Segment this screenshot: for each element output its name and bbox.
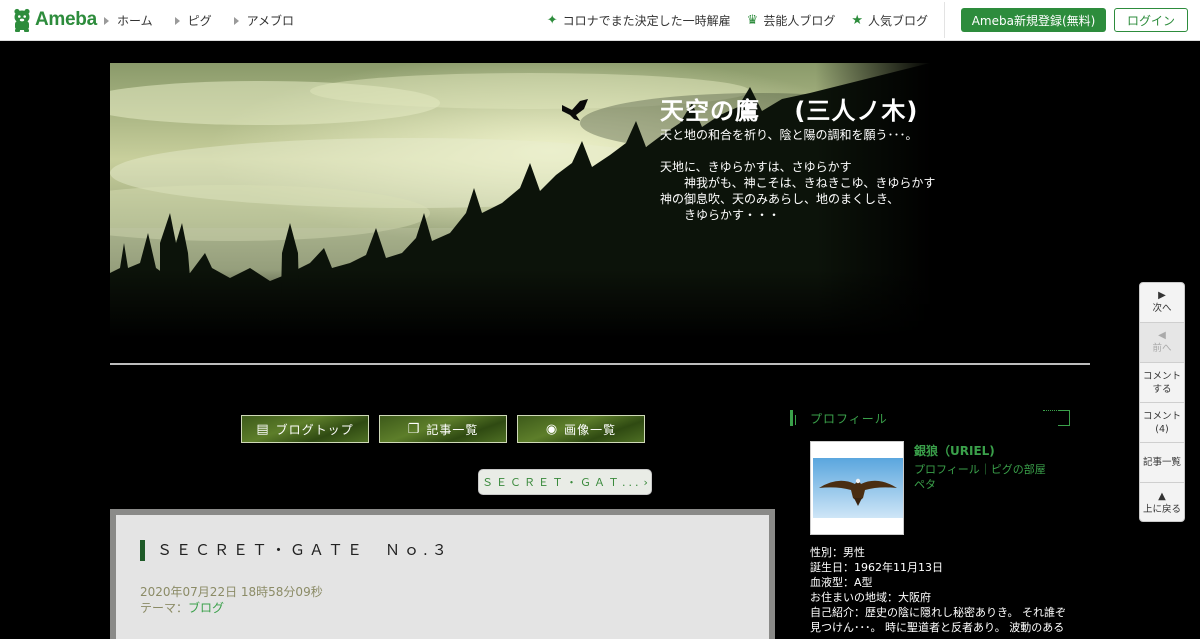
copy-icon: ❐ xyxy=(407,421,421,437)
write-comment-label: コメント する xyxy=(1142,370,1181,395)
trending-topic-link[interactable]: ✦ コロナでまた決定した一時解雇 xyxy=(547,12,731,29)
star-icon: ★ xyxy=(851,13,863,28)
theme-link[interactable]: ブログ xyxy=(188,601,224,615)
next-entry-label: 次へ xyxy=(1152,303,1172,314)
login-button[interactable]: ログイン xyxy=(1114,8,1188,32)
comment-count-button[interactable]: コメント (4) xyxy=(1140,403,1184,443)
entry-list-button[interactable]: ❐ 記事一覧 xyxy=(379,415,507,443)
prev-entry-button[interactable]: ＳＥＣＲＥＴ・ＧＡＴ... › xyxy=(478,469,652,495)
camera-icon: ◉ xyxy=(545,421,559,437)
sparkle-icon: ✦ xyxy=(546,13,558,28)
profile-info-line: 血液型：A型 xyxy=(810,576,873,589)
trending-topic-label: コロナでまた決定した一時解雇 xyxy=(562,14,731,28)
profile-heading: プロフィール xyxy=(790,409,1070,427)
entry-date: 2020年07月22日 18時58分09秒 xyxy=(140,585,323,599)
caret-right-icon xyxy=(104,16,109,25)
blog-nav: ▤ ブログトップ ❐ 記事一覧 ◉ 画像一覧 xyxy=(241,415,645,443)
profile-info-line: 誕生日：1962年11月13日 xyxy=(810,561,943,574)
nav-label: ホーム xyxy=(117,14,153,28)
profile-info: 性別：男性 誕生日：1962年11月13日 血液型：A型 お住まいの地域：大阪府… xyxy=(810,545,1070,635)
entry-title[interactable]: ＳＥＣＲＥＴ・ＧＡＴＥ Ｎｏ.３ xyxy=(140,540,451,561)
play-left-icon: ◀ xyxy=(1158,330,1166,341)
celebrity-blog-link[interactable]: ♛ 芸能人ブログ xyxy=(747,12,836,29)
nav-label: ピグ xyxy=(187,14,212,28)
site-header: Ameba ホーム ピグ アメブロ ✦ コロナでまた決定した一時解雇 ♛ 芸能人… xyxy=(0,0,1200,41)
header-rule xyxy=(110,363,1090,365)
entry-body: ＳＥＣＲＥＴ・ＧＡＴＥ Ｎｏ.３ 2020年07月22日 18時58分09秒 テ… xyxy=(116,515,769,639)
global-nav: ホーム ピグ アメブロ xyxy=(104,0,316,41)
profile-info-line: お住まいの地域：大阪府 xyxy=(810,591,931,604)
next-entry-button[interactable]: ▶ 次へ xyxy=(1140,283,1184,323)
entry-list-side-label: 記事一覧 xyxy=(1142,457,1181,468)
blog-description: 天と地の和合を祈り、陰と陽の調和を願う･･･。 天地に、きゆらかすは、さゆらかす… xyxy=(660,128,936,222)
entry-card: ＳＥＣＲＥＴ・ＧＡＴＥ Ｎｏ.３ 2020年07月22日 18時58分09秒 テ… xyxy=(110,509,775,639)
register-button[interactable]: Ameba新規登録(無料) xyxy=(961,8,1106,32)
play-right-icon: ▶ xyxy=(1158,290,1166,301)
document-icon: ▤ xyxy=(256,421,270,437)
profile-info-line: 性別：男性 xyxy=(810,546,865,559)
blog-header-image[interactable]: 天空の鷹 (三人ノ木) 天と地の和合を祈り、陰と陽の調和を願う･･･。 天地に、… xyxy=(110,63,1090,338)
nav-ameblo[interactable]: アメブロ xyxy=(233,12,295,29)
heading-dots xyxy=(1043,410,1057,411)
back-to-top-label: 上に戻る xyxy=(1142,503,1181,515)
nav-label: アメブロ xyxy=(246,14,295,28)
back-to-top-button[interactable]: ▲ 上に戻る xyxy=(1140,483,1184,521)
ameba-mascot-icon xyxy=(14,8,30,32)
prev-entry-nav-button[interactable]: ◀ 前へ xyxy=(1140,323,1184,363)
chevron-right-icon: › xyxy=(643,475,648,489)
prev-entry-label: ＳＥＣＲＥＴ・ＧＡＴ... xyxy=(482,476,642,489)
crown-icon: ♛ xyxy=(746,13,759,28)
profile-avatar[interactable] xyxy=(810,441,904,535)
caret-right-icon xyxy=(233,16,239,25)
nav-home[interactable]: ホーム xyxy=(104,12,153,29)
logo-text: Ameba xyxy=(35,9,97,30)
floating-pager: ▶ 次へ ◀ 前へ コメント する コメント (4) 記事一覧 ▲ 上に戻る xyxy=(1139,282,1185,522)
ameba-logo[interactable]: Ameba xyxy=(12,8,97,32)
heading-bar xyxy=(790,410,793,426)
blog-title[interactable]: 天空の鷹 (三人ノ木) xyxy=(660,91,918,126)
header-right-links: ✦ コロナでまた決定した一時解雇 ♛ 芸能人ブログ ★ 人気ブログ xyxy=(547,0,928,41)
eagle-avatar-image xyxy=(813,458,903,518)
celebrity-blog-label: 芸能人ブログ xyxy=(763,14,836,28)
theme-prefix: テーマ： xyxy=(140,601,189,615)
nav-pigg[interactable]: ピグ xyxy=(174,12,212,29)
arrow-up-icon: ▲ xyxy=(1158,490,1166,502)
entry-theme: テーマ：ブログ xyxy=(140,599,224,616)
header-divider xyxy=(944,2,945,38)
write-comment-button[interactable]: コメント する xyxy=(1140,363,1184,403)
prev-entry-nav-label: 前へ xyxy=(1152,343,1172,354)
profile-heading-text: プロフィール xyxy=(810,412,888,426)
entry-list-side-button[interactable]: 記事一覧 xyxy=(1140,443,1184,483)
image-list-button[interactable]: ◉ 画像一覧 xyxy=(517,415,645,443)
blog-top-label: ブログトップ xyxy=(275,422,354,437)
blog-top-button[interactable]: ▤ ブログトップ xyxy=(241,415,369,443)
peta-link[interactable]: ペタ xyxy=(914,476,936,492)
profile-info-line: 見つけん･･･。 時に聖道者と反者あり。 波動のある xyxy=(810,621,1065,634)
image-list-label: 画像一覧 xyxy=(564,422,617,437)
heading-corner xyxy=(1058,410,1070,426)
profile-name[interactable]: 銀狼（URIEL) xyxy=(914,442,995,459)
profile-links[interactable]: プロフィール｜ピグの部屋 xyxy=(914,461,1046,477)
forest-sky-image xyxy=(110,63,1090,338)
entry-list-label: 記事一覧 xyxy=(426,422,479,437)
comment-count-label: コメント (4) xyxy=(1142,410,1181,435)
popular-blog-label: 人気ブログ xyxy=(867,14,928,28)
caret-right-icon xyxy=(174,16,180,25)
popular-blog-link[interactable]: ★ 人気ブログ xyxy=(851,12,928,29)
heading-bar-thin xyxy=(795,415,796,425)
profile-info-line: 自己紹介：歴史の陰に隠れし秘密ありき。 それ誰ぞ xyxy=(810,606,1066,619)
